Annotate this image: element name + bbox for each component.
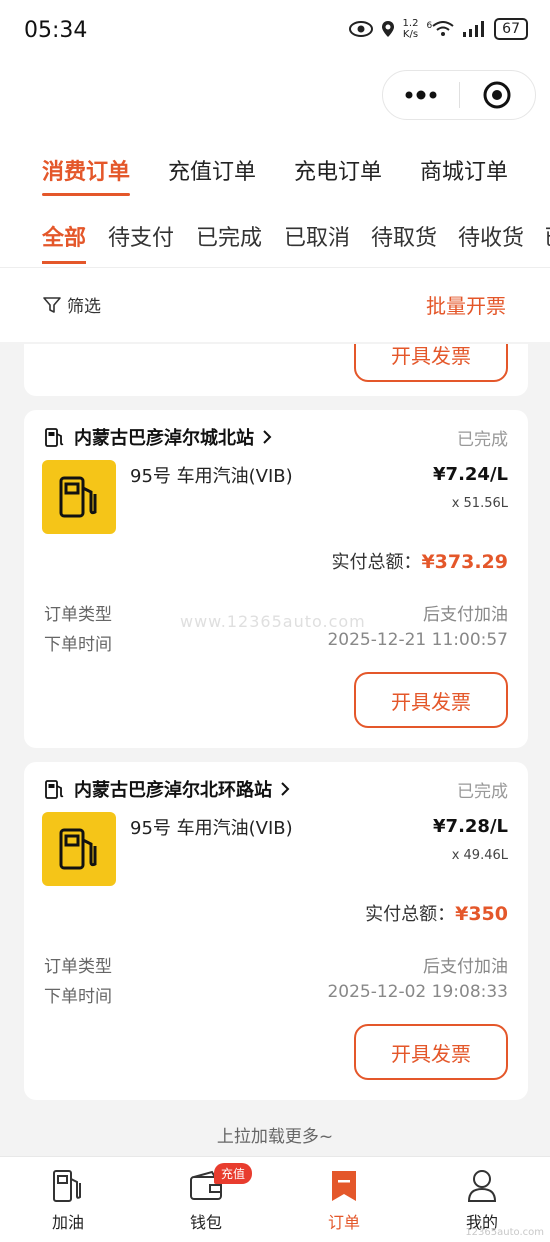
order-time-label: 下单时间 [44, 987, 112, 1007]
nav-refuel[interactable]: 加油 [18, 1167, 118, 1233]
eye-icon [348, 21, 373, 37]
recharge-badge: 充值 [214, 1163, 253, 1184]
total-amount: ¥373.29 [421, 551, 508, 573]
watermark: www.12365auto.com [180, 612, 366, 631]
total-label: 实付总额： [365, 904, 456, 925]
order-status-tabs: 全部 待支付 已完成 已取消 待取货 待收货 已 [0, 202, 550, 268]
gas-station-icon [45, 428, 64, 447]
nav-profile[interactable]: 我的 [432, 1167, 532, 1233]
issue-invoice-button[interactable]: 开具发票 [354, 1024, 508, 1080]
location-icon [381, 21, 394, 37]
cell-signal-icon [463, 21, 485, 37]
nav-orders[interactable]: 订单 [294, 1167, 394, 1233]
nav-label: 订单 [327, 1213, 360, 1232]
order-card[interactable]: 内蒙古巴彦淖尔城北站 已完成 95号 车用汽油(VIB) ¥7.24/L x 5… [24, 410, 528, 748]
fuel-product-image [42, 812, 116, 886]
total-label: 实付总额： [331, 552, 422, 573]
sub-tab-indicator [42, 261, 86, 264]
more-dots-icon [405, 90, 437, 100]
order-bookmark-icon [332, 1171, 356, 1201]
bottom-nav: 加油 充值 钱包 订单 我的 12365auto.com [0, 1156, 550, 1242]
issue-invoice-button[interactable]: 开具发票 [354, 672, 508, 728]
net-speed-value: 1.2 [402, 18, 419, 29]
order-type-label: 订单类型 [44, 605, 112, 625]
tab-mall-orders[interactable]: 商城订单 [420, 154, 508, 186]
watermark: 12365auto.com [465, 1227, 544, 1238]
fuel-pump-icon [59, 476, 97, 518]
order-time-value: 2025-12-21 11:00:57 [327, 630, 508, 650]
batch-invoice-button[interactable]: 批量开票 [426, 290, 506, 319]
order-card[interactable]: 内蒙古巴彦淖尔北环路站 已完成 95号 车用汽油(VIB) ¥7.28/L x … [24, 762, 528, 1100]
load-more-hint: 上拉加载更多~ [216, 1127, 334, 1147]
quantity: x 49.46L [451, 848, 508, 863]
filter-button[interactable]: 筛选 [42, 292, 101, 317]
order-card-partial: 开具发票 [24, 344, 528, 396]
total-row: 实付总额：¥373.29 [331, 548, 508, 574]
more-button[interactable] [383, 71, 459, 119]
nav-wallet[interactable]: 充值 钱包 [156, 1163, 256, 1233]
total-row: 实付总额：¥350 [365, 900, 508, 926]
station-name: 内蒙古巴彦淖尔北环路站 [74, 780, 272, 801]
net-speed: 1.2 K/s [403, 18, 419, 40]
tab-pending-receipt[interactable]: 待收货 [458, 220, 524, 252]
status-bar: 05:34 1.2 K/s 6 67 [0, 0, 550, 62]
order-status: 已完成 [457, 782, 508, 802]
fuel-pump-icon [53, 1170, 81, 1202]
filter-label: 筛选 [67, 297, 101, 317]
tab-pending-payment[interactable]: 待支付 [108, 220, 174, 252]
status-time: 05:34 [24, 18, 88, 43]
unit-price: ¥7.24/L [433, 464, 508, 485]
profile-icon [467, 1170, 497, 1202]
tab-cancelled[interactable]: 已取消 [284, 220, 350, 252]
chevron-right-icon [281, 782, 290, 796]
target-icon [483, 81, 511, 109]
tab-consumption-orders[interactable]: 消费订单 [42, 154, 130, 186]
station-link[interactable]: 内蒙古巴彦淖尔城北站 [44, 424, 272, 450]
product-name: 95号 车用汽油(VIB) [130, 466, 293, 487]
fuel-pump-icon [59, 828, 97, 870]
filter-row: 筛选 批量开票 [0, 268, 550, 342]
wifi-icon: 6 [426, 21, 454, 37]
nav-label: 钱包 [189, 1213, 222, 1232]
battery-indicator: 67 [494, 18, 528, 40]
order-type-value: 后支付加油 [423, 605, 508, 625]
order-time-value: 2025-12-02 19:08:33 [327, 982, 508, 1002]
station-name: 内蒙古巴彦淖尔城北站 [74, 428, 254, 449]
filter-funnel-icon [43, 296, 61, 313]
product-name: 95号 车用汽油(VIB) [130, 818, 293, 839]
tab-all[interactable]: 全部 [42, 220, 86, 252]
miniprogram-capsule [382, 70, 536, 120]
status-icons: 1.2 K/s 6 67 [348, 18, 528, 40]
tab-completed[interactable]: 已完成 [196, 220, 262, 252]
tab-overflow[interactable]: 已 [544, 220, 550, 252]
tab-charging-orders[interactable]: 充电订单 [294, 154, 382, 186]
total-amount: ¥350 [455, 903, 508, 925]
order-status: 已完成 [457, 430, 508, 450]
fuel-product-image [42, 460, 116, 534]
gas-station-icon [45, 780, 64, 799]
order-type-label: 订单类型 [44, 957, 112, 977]
tab-recharge-orders[interactable]: 充值订单 [168, 154, 256, 186]
order-time-label: 下单时间 [44, 635, 112, 655]
issue-invoice-button[interactable]: 开具发票 [354, 344, 508, 382]
station-link[interactable]: 内蒙古巴彦淖尔北环路站 [44, 776, 290, 802]
order-category-tabs: 消费订单 充值订单 充电订单 商城订单 [0, 132, 550, 202]
quantity: x 51.56L [451, 496, 508, 511]
chevron-right-icon [263, 430, 272, 444]
header-row [0, 62, 550, 132]
close-miniprogram-button[interactable] [460, 71, 536, 119]
tab-pending-pickup[interactable]: 待取货 [371, 220, 437, 252]
unit-price: ¥7.28/L [433, 816, 508, 837]
nav-label: 加油 [51, 1213, 84, 1232]
order-type-value: 后支付加油 [423, 957, 508, 977]
net-speed-unit: K/s [402, 29, 419, 40]
main-tab-indicator [42, 193, 130, 196]
